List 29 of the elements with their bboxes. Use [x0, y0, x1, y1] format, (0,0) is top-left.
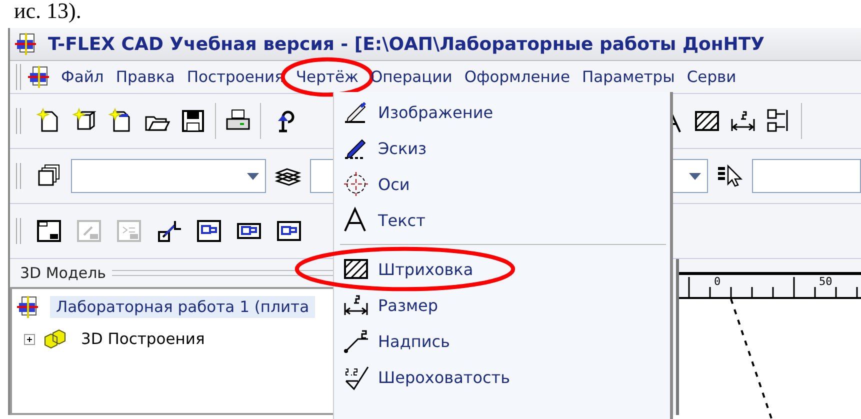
input-field[interactable]	[752, 159, 861, 193]
window-title: T-FLEX CAD Учебная версия - [E:\ОАП\Лабораторные работы ДонНТУ	[48, 34, 765, 54]
menu-item[interactable]: Файл	[55, 64, 110, 90]
dropdown-field[interactable]	[71, 159, 266, 193]
ruler-label: 0	[714, 275, 721, 288]
page-view-icon[interactable]	[35, 217, 63, 245]
caret-icon[interactable]	[247, 172, 259, 180]
menu-item[interactable]: Эскиз	[334, 130, 433, 166]
tree-item[interactable]: Лабораторная работа 1 (плита	[50, 296, 316, 318]
tree-item[interactable]: 3D Построения	[75, 328, 211, 350]
menu-item[interactable]: Изображение	[334, 94, 500, 130]
menu-item[interactable]: Текст	[334, 202, 432, 238]
select-cursor-icon[interactable]	[716, 162, 744, 190]
menu-item[interactable]: Оформление	[458, 64, 576, 90]
menu-item[interactable]: Оси	[334, 166, 416, 202]
menu-item[interactable]: Правка	[110, 64, 181, 90]
caption-text: ис. 13).	[14, 0, 82, 22]
menu-item[interactable]: Размер	[334, 287, 444, 323]
crosshair-icon	[342, 170, 370, 198]
caret-icon[interactable]	[689, 172, 701, 180]
expand-toggle[interactable]	[24, 334, 35, 344]
save-icon[interactable]	[179, 107, 207, 135]
menu-item[interactable]: Надпись	[334, 323, 456, 359]
menu-item[interactable]: Параметры	[576, 64, 681, 90]
view-window-icon[interactable]	[195, 217, 223, 245]
panel-title: 3D Модель	[20, 264, 106, 282]
menu-item[interactable]: Серви	[680, 64, 742, 90]
menu-item[interactable]: Шероховатость	[334, 359, 516, 395]
ruler-label: 50	[819, 275, 832, 288]
